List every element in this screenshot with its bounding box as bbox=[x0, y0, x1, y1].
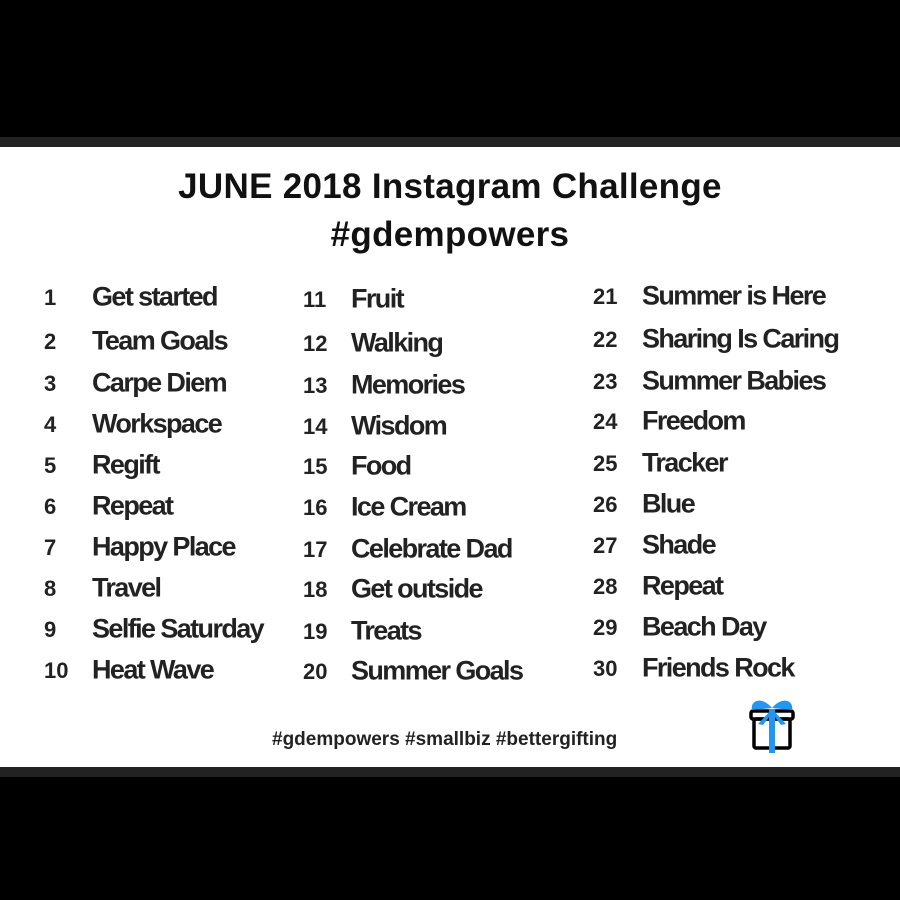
day-prompt: Heat Wave bbox=[92, 654, 215, 685]
day-number: 3 bbox=[44, 371, 57, 396]
day-number: 10 bbox=[44, 658, 69, 683]
day-number: 14 bbox=[303, 414, 328, 439]
day-number: 16 bbox=[303, 495, 328, 520]
day-number: 15 bbox=[303, 454, 328, 479]
bottom-border bbox=[0, 767, 900, 777]
day-prompt: Friends Rock bbox=[642, 652, 795, 683]
day-prompt: Happy Place bbox=[92, 531, 237, 562]
day-prompt: Beach Day bbox=[642, 611, 767, 642]
day-number: 5 bbox=[44, 453, 57, 478]
day-number: 26 bbox=[593, 492, 618, 517]
day-number: 6 bbox=[44, 494, 57, 519]
day-prompt: Selfie Saturday bbox=[92, 613, 265, 644]
day-prompt: Carpe Diem bbox=[92, 367, 228, 398]
day-number: 25 bbox=[593, 451, 618, 476]
day-number: 30 bbox=[593, 656, 618, 681]
day-prompt: Repeat bbox=[92, 490, 174, 521]
day-number: 11 bbox=[303, 287, 327, 312]
day-prompt: Tracker bbox=[642, 447, 728, 478]
day-prompt: Travel bbox=[92, 572, 162, 603]
top-border bbox=[0, 137, 900, 147]
day-prompt: Wisdom bbox=[351, 410, 448, 441]
day-number: 17 bbox=[303, 537, 328, 562]
day-number: 18 bbox=[303, 577, 328, 602]
day-prompt: Shade bbox=[642, 529, 717, 560]
day-prompt: Freedom bbox=[642, 405, 746, 436]
day-number: 24 bbox=[593, 409, 618, 434]
day-prompt: Sharing Is Caring bbox=[642, 323, 840, 354]
day-prompt: Repeat bbox=[642, 570, 724, 601]
day-prompt: Celebrate Dad bbox=[351, 533, 513, 564]
day-number: 12 bbox=[303, 331, 328, 356]
title: JUNE 2018 Instagram Challenge bbox=[178, 167, 722, 206]
day-prompt: Team Goals bbox=[92, 325, 229, 356]
day-number: 7 bbox=[44, 535, 57, 560]
day-number: 21 bbox=[593, 284, 618, 309]
day-prompt: Food bbox=[351, 450, 412, 481]
day-prompt: Workspace bbox=[92, 408, 223, 439]
day-number: 9 bbox=[44, 617, 57, 642]
day-prompt: Summer is Here bbox=[642, 280, 827, 311]
day-number: 20 bbox=[303, 659, 328, 684]
day-prompt: Get outside bbox=[351, 573, 484, 604]
day-prompt: Treats bbox=[351, 615, 423, 646]
day-prompt: Fruit bbox=[351, 283, 405, 314]
day-number: 29 bbox=[593, 615, 618, 640]
subtitle-hashtag: #gdempowers bbox=[330, 215, 570, 254]
day-number: 27 bbox=[593, 533, 618, 558]
day-number: 4 bbox=[44, 412, 57, 437]
day-number: 2 bbox=[44, 329, 57, 354]
challenge-card: JUNE 2018 Instagram Challenge #gdempower… bbox=[0, 147, 900, 767]
hashtags: #gdempowers #smallbiz #bettergifting bbox=[272, 729, 618, 750]
day-prompt: Summer Babies bbox=[642, 365, 827, 396]
day-prompt: Ice Cream bbox=[351, 491, 467, 522]
day-number: 19 bbox=[303, 619, 328, 644]
day-number: 8 bbox=[44, 576, 57, 601]
day-prompt: Regift bbox=[92, 449, 161, 480]
day-prompt: Memories bbox=[351, 369, 466, 400]
day-number: 13 bbox=[303, 373, 328, 398]
day-prompt: Blue bbox=[642, 488, 696, 519]
day-prompt: Walking bbox=[351, 327, 444, 358]
day-number: 28 bbox=[593, 574, 618, 599]
gift-icon bbox=[749, 700, 795, 753]
day-prompt: Get started bbox=[92, 281, 219, 312]
day-number: 22 bbox=[593, 327, 618, 352]
day-number: 1 bbox=[44, 285, 57, 310]
day-number: 23 bbox=[593, 369, 618, 394]
day-prompt: Summer Goals bbox=[351, 655, 524, 686]
